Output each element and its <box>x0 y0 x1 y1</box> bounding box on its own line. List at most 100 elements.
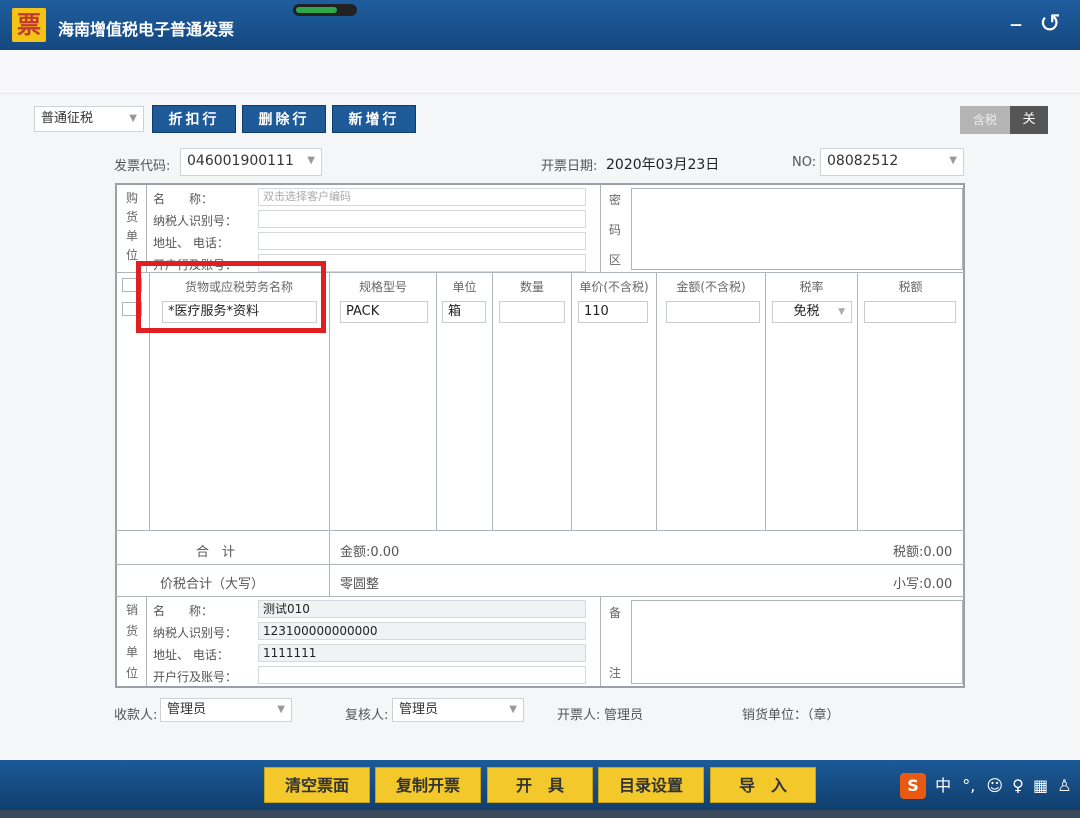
seller-bank-label: 开户行及账号： <box>153 670 238 684</box>
keyboard-icon[interactable]: ▦ <box>1033 776 1048 795</box>
punctuation-icon[interactable]: °, <box>962 776 975 795</box>
buyer-name-label: 名 称： <box>153 192 214 206</box>
total-tax: 税额:0.00 <box>893 545 953 560</box>
seller-side-label-3: 单 <box>125 645 138 659</box>
invoice-date-value: 2020年03月23日 <box>606 157 720 173</box>
buyer-name-input[interactable]: 双击选择客户编码 <box>258 188 586 206</box>
cipher-area <box>631 188 963 270</box>
progress-indicator <box>293 4 357 16</box>
seller-taxid-label: 纳税人识别号： <box>153 626 238 640</box>
top-band <box>0 50 1080 94</box>
invoice-code-value: 046001900111 <box>187 153 294 169</box>
invoice-code-label: 发票代码: <box>114 159 171 174</box>
tax-included-label: 含税 <box>960 106 1010 134</box>
remark-input[interactable] <box>631 600 963 684</box>
back-arrow-icon[interactable]: ↺ <box>1036 8 1064 40</box>
reviewer-select[interactable]: 管理员 ▼ <box>392 698 524 722</box>
seller-address-label: 地址、 电话： <box>153 648 229 662</box>
remark-label-1: 备 <box>608 606 621 620</box>
seller-stamp-label: 销货单位：（章） <box>742 708 840 723</box>
cipher-label-2: 码 <box>608 223 621 237</box>
copy-invoice-button[interactable]: 复制开票 <box>375 767 481 803</box>
invoice-date-label: 开票日期: <box>541 159 598 174</box>
item-amount-input[interactable] <box>666 301 760 323</box>
invoice-no-select[interactable]: 08082512 ▼ <box>820 148 964 176</box>
microphone-icon[interactable]: ♀ <box>1012 776 1024 795</box>
app-logo-icon: 票 <box>12 8 46 42</box>
payee-label: 收款人: <box>114 708 158 723</box>
buyer-side-label-3: 单 <box>125 229 138 243</box>
item-spec-input[interactable]: PACK <box>340 301 428 323</box>
discount-row-button[interactable]: 折扣行 <box>152 105 236 133</box>
col-header-price: 单价(不含税) <box>579 280 649 294</box>
delete-row-button[interactable]: 删除行 <box>242 105 326 133</box>
seller-name-field: 测试010 <box>258 600 586 618</box>
invoice-no-value: 08082512 <box>827 153 899 169</box>
ime-language-indicator[interactable]: 中 <box>935 776 951 795</box>
grand-total-label: 价税合计（大写） <box>160 577 265 592</box>
col-header-unit: 单位 <box>452 280 477 294</box>
os-taskbar <box>0 810 1080 818</box>
ime-toolbar[interactable]: S 中 °, ☺ ♀ ▦ ♙ <box>900 772 1080 799</box>
col-header-qty: 数量 <box>519 280 544 294</box>
col-header-spec: 规格型号 <box>358 280 407 294</box>
grand-total-lower: 小写:0.00 <box>893 577 953 592</box>
minimize-icon[interactable]: – <box>1002 8 1030 40</box>
chevron-down-icon: ▼ <box>129 113 137 124</box>
seller-bank-input[interactable] <box>258 666 586 684</box>
invoice-code-select[interactable]: 046001900111 ▼ <box>180 148 322 176</box>
tax-mode-select[interactable]: 普通征税 ▼ <box>34 106 144 132</box>
buyer-address-label: 地址、 电话： <box>153 236 229 250</box>
col-header-tax: 税额 <box>898 280 923 294</box>
chevron-down-icon: ▼ <box>277 704 285 715</box>
reviewer-value: 管理员 <box>399 702 439 717</box>
total-label: 合 计 <box>196 545 236 560</box>
tax-mode-value: 普通征税 <box>41 111 94 126</box>
item-tax-input[interactable] <box>864 301 956 323</box>
buyer-side-label-2: 货 <box>125 210 138 224</box>
seller-side-label-1: 销 <box>125 603 138 617</box>
seller-side-label-4: 位 <box>125 666 138 680</box>
chevron-down-icon: ▼ <box>509 704 517 715</box>
app-title: 海南增值税电子普通发票 <box>58 20 235 39</box>
seller-side-label-2: 货 <box>125 624 138 638</box>
add-row-button[interactable]: 新增行 <box>332 105 416 133</box>
chevron-down-icon: ▼ <box>307 155 315 166</box>
buyer-taxid-input[interactable] <box>258 210 586 228</box>
payee-select[interactable]: 管理员 ▼ <box>160 698 292 722</box>
total-amount: 金额:0.00 <box>340 545 400 560</box>
toggle-state: 关 <box>1010 106 1048 134</box>
item-qty-input[interactable] <box>499 301 565 323</box>
user-icon[interactable]: ♙ <box>1057 776 1071 795</box>
col-header-tax-rate: 税率 <box>799 280 824 294</box>
emoji-icon[interactable]: ☺ <box>986 776 1003 795</box>
drawer-label: 开票人: <box>557 708 601 723</box>
progress-fill <box>296 7 337 13</box>
remark-label-2: 注 <box>608 666 621 680</box>
buyer-taxid-label: 纳税人识别号： <box>153 214 238 228</box>
seller-taxid-field: 123100000000000 <box>258 622 586 640</box>
catalog-settings-button[interactable]: 目录设置 <box>598 767 704 803</box>
payee-value: 管理员 <box>167 702 207 717</box>
seller-name-label: 名 称： <box>153 604 214 618</box>
cipher-label-1: 密 <box>608 193 621 207</box>
grand-total-upper: 零圆整 <box>340 577 380 592</box>
col-header-amount: 金额(不含税) <box>676 280 746 294</box>
import-button[interactable]: 导 入 <box>710 767 816 803</box>
reviewer-label: 复核人: <box>345 708 389 723</box>
item-tax-rate-select[interactable]: 免税 ▼ <box>772 301 852 323</box>
buyer-side-label-1: 购 <box>125 191 138 205</box>
buyer-address-input[interactable] <box>258 232 586 250</box>
item-price-input[interactable]: 110 <box>578 301 648 323</box>
tax-rate-value: 免税 <box>793 304 820 319</box>
sogou-logo-icon: S <box>900 773 926 799</box>
title-bar: 票 海南增值税电子普通发票 – ↺ <box>0 0 1080 50</box>
invoice-no-label: NO: <box>792 155 817 170</box>
drawer-value: 管理员 <box>604 708 644 723</box>
chevron-down-icon: ▼ <box>838 307 845 317</box>
clear-invoice-button[interactable]: 清空票面 <box>264 767 370 803</box>
cipher-label-3: 区 <box>608 253 621 267</box>
tax-included-toggle[interactable]: 含税 关 <box>960 106 1048 134</box>
item-unit-input[interactable]: 箱 <box>442 301 486 323</box>
issue-invoice-button[interactable]: 开 具 <box>487 767 593 803</box>
